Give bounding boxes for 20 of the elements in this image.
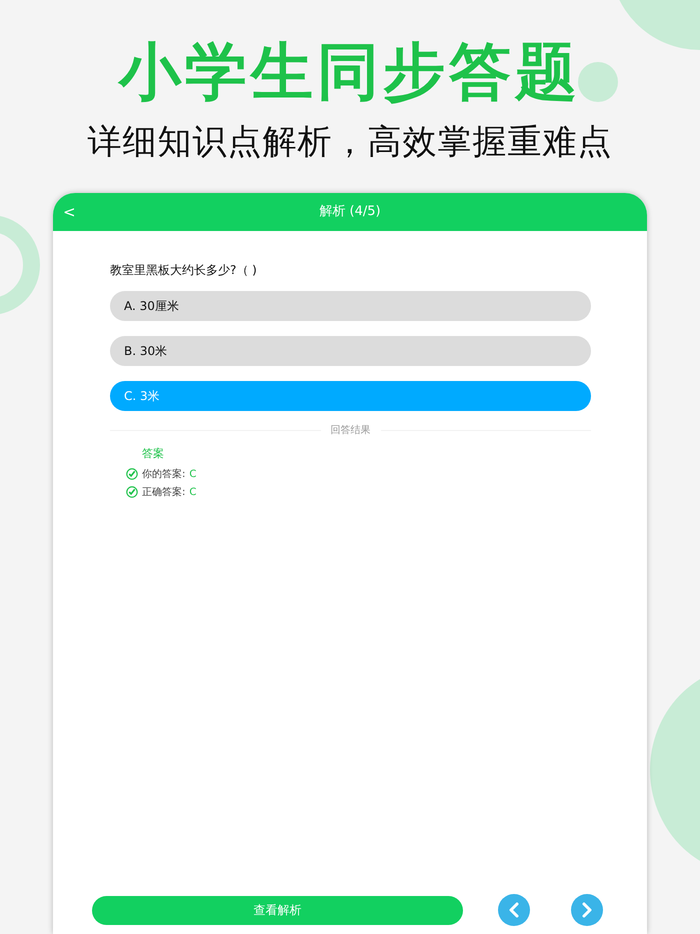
answer-option[interactable]: A. 30厘米 (110, 290, 591, 321)
answer-value: C (189, 468, 196, 482)
answer-option[interactable]: C. 3米 (110, 380, 591, 411)
back-button[interactable]: < (63, 202, 76, 222)
divider-label: 回答结果 (330, 424, 370, 438)
answer-option[interactable]: B. 30米 (110, 336, 591, 366)
header-title: 解析 (4/5) (319, 203, 381, 222)
headline: 小学生同步答题 (119, 38, 581, 106)
answer-heading: 答案 (142, 446, 165, 462)
question-text: 教室里黑板大约长多少?（ ) (110, 262, 258, 279)
previous-button[interactable] (498, 894, 530, 926)
subtitle: 详细知识点解析，高效掌握重难点 (88, 122, 612, 163)
next-button[interactable] (571, 894, 603, 926)
view-analysis-button[interactable]: 查看解析 (92, 896, 463, 924)
answer-value: C (189, 486, 196, 500)
circle-decoration (578, 62, 618, 102)
chevron-right-icon (580, 902, 594, 918)
answer-label: 你的答案: (142, 468, 186, 482)
answer-label: 正确答案: (142, 486, 186, 500)
chevron-left-icon (507, 902, 521, 918)
